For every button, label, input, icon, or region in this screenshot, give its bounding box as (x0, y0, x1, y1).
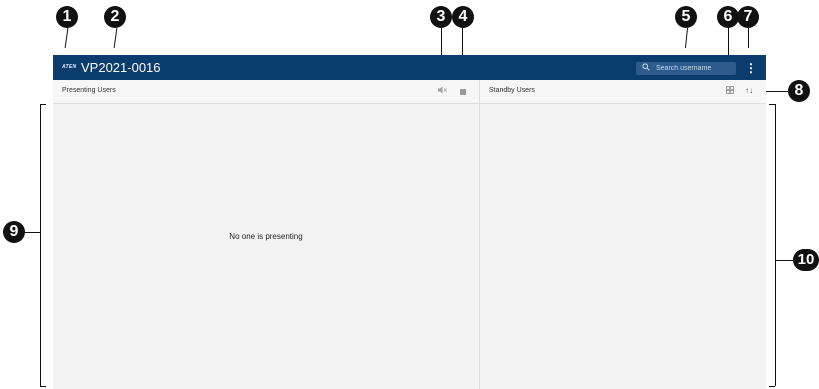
bracket-10-vertical (775, 104, 776, 386)
mute-icon[interactable] (436, 85, 448, 97)
search-box[interactable] (636, 62, 736, 75)
callout-10-leader (775, 260, 793, 261)
device-name: VP2021-0016 (81, 60, 161, 75)
bracket-10-bottom (769, 386, 775, 387)
callout-3: 3 (430, 6, 452, 28)
callout-10: 10 (793, 249, 819, 271)
presenting-users-header: Presenting Users (53, 80, 479, 104)
sort-icon[interactable]: ↑↓ (743, 85, 755, 97)
empty-presenting-message: No one is presenting (229, 232, 303, 241)
callout-8: 8 (788, 80, 810, 102)
bracket-9-vertical (40, 104, 41, 386)
standby-users-title: Standby Users (489, 87, 535, 94)
more-vertical-icon[interactable]: ⋮ (745, 61, 757, 75)
standby-users-header: Standby Users ↑↓ (480, 80, 766, 104)
grid-view-icon[interactable] (724, 85, 736, 97)
bracket-9-top (40, 104, 46, 105)
presenting-users-panel: Presenting Users No one is presenting (53, 80, 480, 389)
app-window: ATEN VP2021-0016 ⋮ Presenting Users No o… (53, 55, 766, 389)
callout-7: 7 (737, 6, 759, 28)
callout-9: 9 (3, 221, 25, 243)
bracket-10-top (769, 104, 775, 105)
callout-2-leader (113, 28, 118, 48)
stop-square (460, 88, 466, 95)
presenting-users-title: Presenting Users (62, 87, 116, 94)
callout-7-leader (748, 28, 749, 48)
callout-4: 4 (452, 6, 474, 28)
search-input[interactable] (656, 62, 734, 75)
aten-logo: ATEN (62, 64, 77, 70)
callout-5: 5 (675, 6, 697, 28)
bracket-9-bottom (40, 386, 46, 387)
callout-1-leader (64, 28, 69, 48)
callout-9-leader (25, 232, 40, 233)
callout-5-leader (684, 28, 689, 48)
search-icon (642, 63, 650, 74)
stop-icon[interactable] (457, 85, 469, 97)
standby-users-panel: Standby Users ↑↓ (480, 80, 766, 389)
top-bar: ATEN VP2021-0016 ⋮ (53, 55, 766, 80)
callout-6: 6 (717, 6, 739, 28)
callout-1: 1 (56, 6, 78, 28)
callout-2: 2 (104, 6, 126, 28)
